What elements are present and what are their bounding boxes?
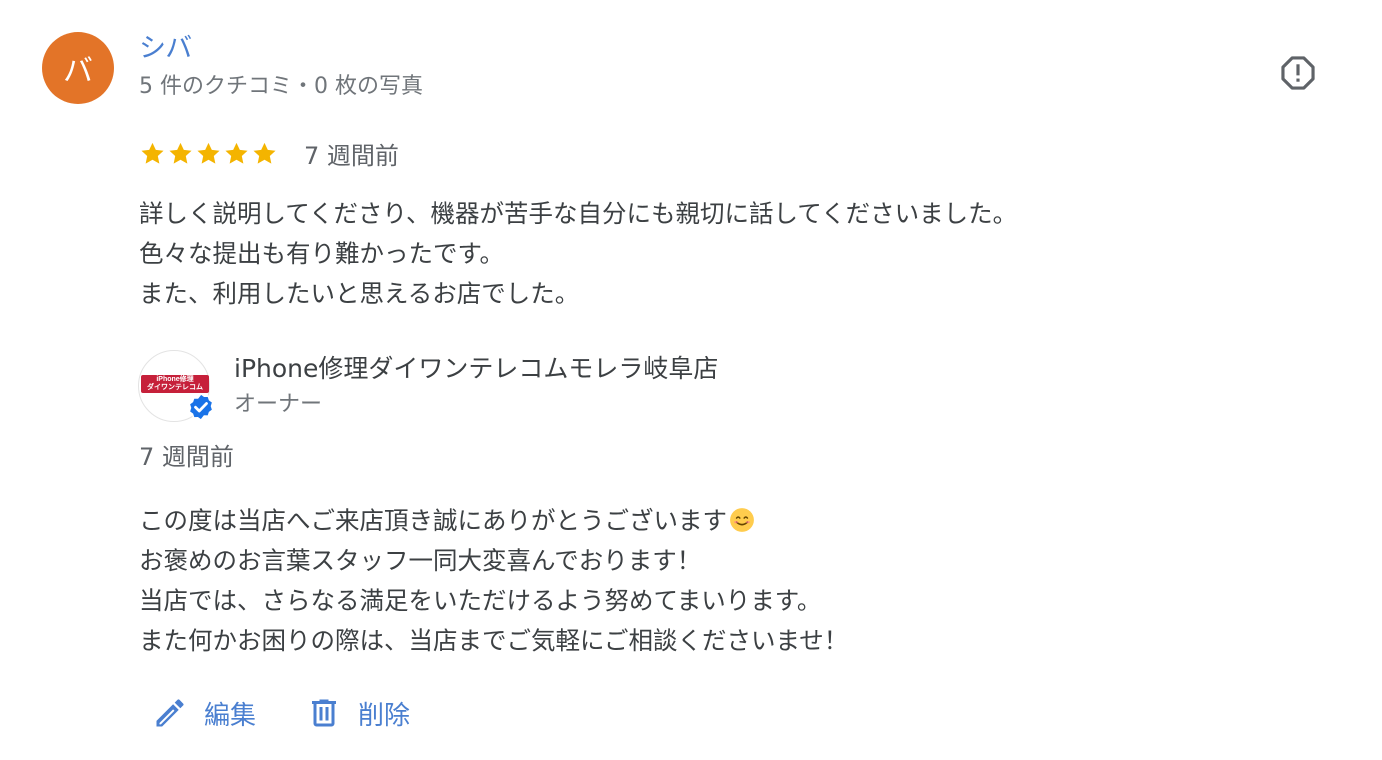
reviewer-avatar[interactable]: バ [42, 32, 114, 104]
report-button[interactable] [1278, 53, 1318, 93]
reply-line: お褒めのお言葉スタッフ一同大変喜んでおります！ [139, 546, 702, 575]
rating-row: 7 週間前 [139, 136, 399, 170]
owner-reply-text: この度は当店へご来店頂き誠にありがとうございます お褒めのお言葉スタッフ一同大変… [139, 501, 848, 661]
star-icon [169, 142, 192, 164]
star-icon [197, 142, 220, 164]
review-card: バ シバ 5 件のクチコミ・0 枚の写真 7 週間前 詳しく説明してくださり、機… [0, 0, 1382, 760]
star-icon [225, 142, 248, 164]
review-line: 色々な提出も有り難かったです。 [139, 239, 505, 268]
star-icon [141, 142, 164, 164]
reply-actions: 編集 削除 [152, 690, 410, 736]
review-line: また、利用したいと思えるお店でした。 [139, 279, 580, 308]
edit-label: 編集 [204, 700, 257, 731]
smiling-face-icon [730, 508, 754, 532]
reply-line: この度は当店へご来店頂き誠にありがとうございます [139, 501, 848, 541]
report-icon [1281, 56, 1315, 90]
review-age: 7 週間前 [304, 141, 399, 170]
edit-button[interactable]: 編集 [152, 695, 256, 732]
delete-label: 削除 [358, 700, 411, 731]
reviewer-name[interactable]: シバ [139, 32, 192, 66]
owner-role: オーナー [234, 392, 323, 417]
review-text: 詳しく説明してくださり、機器が苦手な自分にも親切に話してくださいました。 色々な… [139, 194, 1017, 314]
owner-logo: iPhone修理 ダイワンテレコム [138, 350, 214, 422]
reviewer-meta: 5 件のクチコミ・0 枚の写真 [139, 74, 423, 99]
star-icon [253, 142, 276, 164]
reply-line: 当店では、さらなる満足をいただけるよう努めてまいります。 [139, 586, 822, 615]
verified-badge-icon [188, 392, 214, 422]
reply-line-text: この度は当店へご来店頂き誠にありがとうございます [139, 506, 727, 535]
avatar-initial: バ [63, 54, 93, 89]
delete-button[interactable]: 削除 [306, 695, 410, 732]
star-rating [139, 140, 278, 167]
owner-logo-text: iPhone修理 [156, 376, 194, 383]
review-line: 詳しく説明してくださり、機器が苦手な自分にも親切に話してくださいました。 [139, 199, 1018, 228]
trash-icon [312, 699, 337, 727]
pencil-icon [156, 699, 184, 727]
owner-logo-band: iPhone修理 ダイワンテレコム [141, 375, 209, 393]
reply-line: また何かお困りの際は、当店までご気軽にご相談くださいませ！ [139, 626, 849, 655]
reply-age: 7 週間前 [139, 443, 234, 471]
owner-logo-text: ダイワンテレコム [147, 384, 203, 391]
owner-name: iPhone修理ダイワンテレコムモレラ岐阜店 [234, 354, 719, 383]
